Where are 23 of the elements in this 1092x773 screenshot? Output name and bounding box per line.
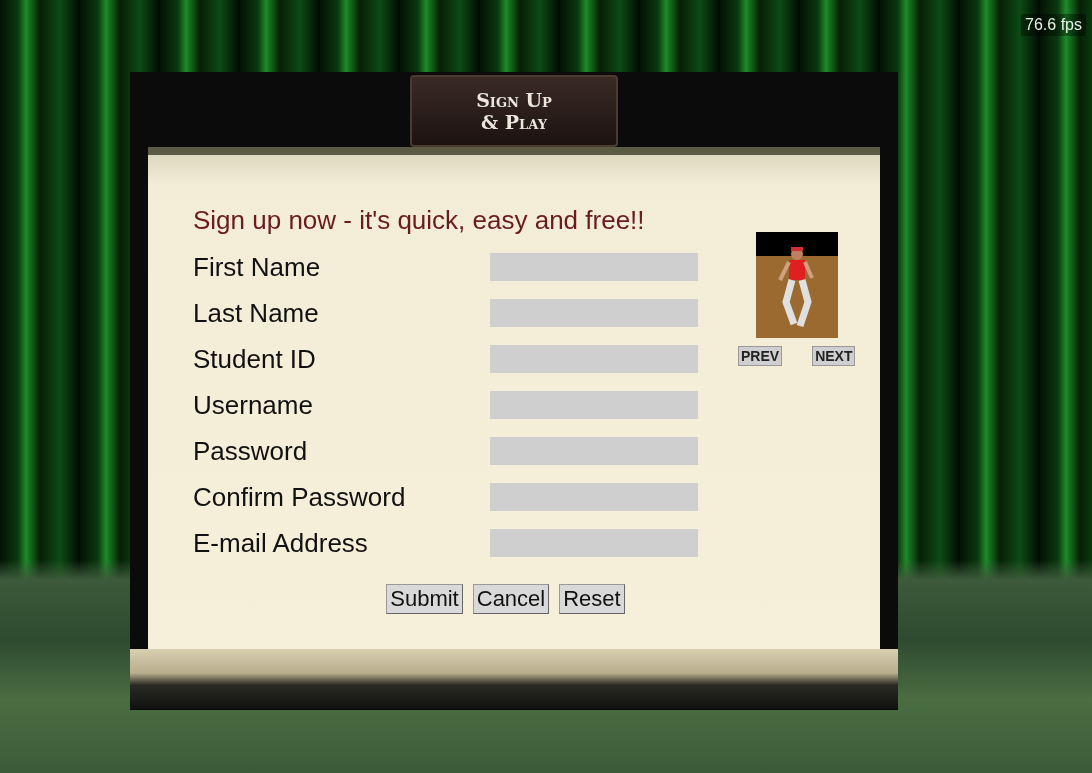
input-field[interactable] xyxy=(490,345,698,373)
prev-button[interactable]: PREV xyxy=(738,346,783,366)
field-label: E-mail Address xyxy=(193,527,369,559)
title-text: & Play xyxy=(481,111,547,133)
field-label: Password xyxy=(193,435,309,467)
input-field[interactable] xyxy=(490,299,698,327)
input-field[interactable] xyxy=(490,253,698,281)
field-label: Confirm Password xyxy=(193,481,407,513)
fps-counter: 76.6 fps xyxy=(1021,14,1086,36)
form-button[interactable]: Cancel xyxy=(472,584,550,614)
field-label: Student ID xyxy=(193,343,317,375)
input-field[interactable] xyxy=(490,529,698,557)
field-label: First Name xyxy=(193,251,322,283)
signup-heading: Sign up now - it's quick, easy and free!! xyxy=(193,205,646,236)
input-field[interactable] xyxy=(490,483,698,511)
title-text: Sign Up xyxy=(476,89,552,111)
field-label: Last Name xyxy=(193,297,320,329)
next-button[interactable]: NEXT xyxy=(812,346,856,366)
field-label: Username xyxy=(193,389,314,421)
form-button[interactable]: Submit xyxy=(386,584,463,614)
input-field[interactable] xyxy=(490,437,698,465)
form-button[interactable]: Reset xyxy=(559,584,625,614)
input-field[interactable] xyxy=(490,391,698,419)
